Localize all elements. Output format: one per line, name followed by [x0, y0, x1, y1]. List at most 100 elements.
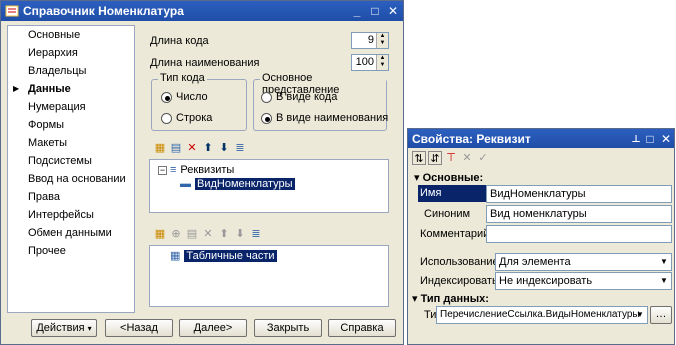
maximize-icon[interactable]: □	[367, 3, 383, 19]
back-button-label: <Назад	[120, 322, 158, 334]
radio-unselected-icon	[261, 91, 272, 103]
move-down-icon[interactable]: ⬇	[217, 141, 231, 155]
type-field[interactable]: ПеречислениеСсылка.ВидыНоменклатуры ▼	[436, 306, 648, 324]
spin-arrows-icon[interactable]: ▲ ▼	[376, 33, 388, 48]
sidebar-item[interactable]: Интерфейсы	[8, 206, 134, 224]
sidebar-item[interactable]: Подсистемы	[8, 152, 134, 170]
radio-string[interactable]: Строка	[161, 112, 212, 124]
sidebar-item[interactable]: Прочее	[8, 242, 134, 260]
window-icon	[5, 5, 19, 17]
spin-arrows-icon[interactable]: ▲ ▼	[376, 55, 388, 70]
clear-icon[interactable]: ✕	[460, 151, 474, 165]
type-field-value: ПеречислениеСсылка.ВидыНоменклатуры	[440, 309, 640, 320]
attributes-folder-icon: ≡	[170, 164, 177, 176]
main-titlebar[interactable]: Справочник Номенклатура _ □ ✕	[1, 1, 403, 21]
add-child-icon[interactable]: ⊕	[169, 227, 183, 241]
dropdown-arrow-icon[interactable]: ▼	[657, 273, 671, 289]
move-up-icon[interactable]: ⬆	[201, 141, 215, 155]
usage-label: Использование	[420, 256, 499, 268]
index-select[interactable]: Не индексировать ▼	[495, 272, 672, 290]
sort-categories-icon[interactable]: ⇅	[412, 151, 426, 165]
minimize-icon[interactable]: _	[349, 3, 365, 19]
radio-selected-icon	[161, 91, 172, 103]
collapse-icon[interactable]: −	[158, 165, 167, 175]
datatype-section[interactable]: ▾ Тип данных:	[412, 292, 489, 305]
radio-repr-code-label: В виде кода	[276, 91, 338, 103]
name-field[interactable]: ВидНоменклатуры	[486, 185, 672, 203]
radio-number[interactable]: Число	[161, 91, 208, 103]
sidebar-item[interactable]: Права	[8, 188, 134, 206]
radio-unselected-icon	[161, 112, 172, 124]
tree-child-label: ВидНоменклатуры	[195, 178, 295, 190]
next-button[interactable]: Далее>	[179, 319, 247, 337]
name-length-label: Длина наименования	[150, 57, 260, 69]
close-icon[interactable]: ✕	[658, 131, 674, 147]
properties-window-title: Свойства: Реквизит	[412, 131, 531, 146]
close-button-label: Закрыть	[266, 322, 310, 334]
sort-icon[interactable]: ≣	[233, 141, 247, 155]
check-icon[interactable]: ✓	[476, 151, 490, 165]
sort-alpha-icon[interactable]: ⇵	[428, 151, 442, 165]
synonym-field[interactable]: Вид номенклатуры	[486, 205, 672, 223]
actions-button-label: Действия	[36, 322, 85, 334]
sidebar-item[interactable]: Нумерация	[8, 98, 134, 116]
copy-icon[interactable]: ▤	[185, 227, 199, 241]
tree-child[interactable]: ▬ ВидНоменклатуры	[180, 178, 295, 190]
move-up-icon[interactable]: ⬆	[217, 227, 231, 241]
tree-root-label: Реквизиты	[180, 164, 235, 176]
main-window-title: Справочник Номенклатура	[23, 4, 184, 18]
delete-icon[interactable]: ✕	[201, 227, 215, 241]
usage-select-value: Для элемента	[499, 256, 571, 268]
sidebar-item[interactable]: Формы	[8, 116, 134, 134]
sidebar-item[interactable]: Макеты	[8, 134, 134, 152]
synonym-label: Синоним	[424, 208, 471, 220]
radio-repr-name[interactable]: В виде наименования	[261, 112, 388, 124]
code-length-input[interactable]: 9 ▲ ▼	[351, 32, 389, 49]
comment-label: Комментарий	[420, 228, 490, 240]
add-icon[interactable]: ▦	[153, 141, 167, 155]
basic-section[interactable]: ▾ Основные:	[414, 171, 483, 184]
dropdown-arrow-icon[interactable]: ▼	[657, 254, 671, 270]
actions-button[interactable]: Действия ▾	[31, 319, 97, 337]
close-button[interactable]: Закрыть	[254, 319, 322, 337]
copy-icon[interactable]: ▤	[169, 141, 183, 155]
help-button[interactable]: Справка	[328, 319, 396, 337]
usage-select[interactable]: Для элемента ▼	[495, 253, 672, 271]
radio-repr-name-label: В виде наименования	[276, 112, 389, 124]
tabular-root[interactable]: ▦ Табличные части	[170, 249, 277, 262]
attributes-tree: − ≡ Реквизиты ▬ ВидНоменклатуры	[149, 159, 389, 213]
code-length-label: Длина кода	[150, 35, 209, 47]
sidebar-item[interactable]: Данные	[8, 80, 134, 98]
basic-section-label: Основные:	[422, 172, 484, 184]
radio-repr-code[interactable]: В виде кода	[261, 91, 337, 103]
code-length-value: 9	[367, 34, 374, 46]
tabular-parts-icon: ▦	[170, 250, 181, 262]
index-label: Индексировать	[420, 275, 498, 287]
maximize-icon[interactable]: □	[642, 131, 658, 147]
move-down-icon[interactable]: ⬇	[233, 227, 247, 241]
radio-number-label: Число	[176, 91, 208, 103]
properties-toolbar: ⇅ ⇵ ⊤ ✕ ✓	[412, 151, 490, 165]
sidebar-item[interactable]: Обмен данными	[8, 224, 134, 242]
type-select-button[interactable]: …	[650, 306, 672, 324]
comment-field[interactable]	[486, 225, 672, 243]
delete-icon[interactable]: ✕	[185, 141, 199, 155]
radio-string-label: Строка	[176, 112, 213, 124]
properties-titlebar[interactable]: Свойства: Реквизит ⊥ □ ✕	[408, 129, 674, 148]
tree-root[interactable]: − ≡ Реквизиты	[158, 164, 234, 176]
dropdown-arrow-icon[interactable]: ▼	[633, 307, 647, 323]
add-icon[interactable]: ▦	[153, 227, 167, 241]
filter-icon[interactable]: ⊤	[444, 151, 458, 165]
back-button[interactable]: <Назад	[105, 319, 173, 337]
sidebar-item[interactable]: Основные	[8, 26, 134, 44]
index-select-value: Не индексировать	[499, 275, 593, 287]
next-button-label: Далее>	[193, 322, 233, 334]
sidebar-item[interactable]: Владельцы	[8, 62, 134, 80]
tabular-root-label: Табличные части	[184, 249, 277, 262]
sidebar-item[interactable]: Иерархия	[8, 44, 134, 62]
close-icon[interactable]: ✕	[385, 3, 401, 19]
datatype-section-label: Тип данных:	[420, 293, 489, 305]
sidebar-item[interactable]: Ввод на основании	[8, 170, 134, 188]
sort-icon[interactable]: ≣	[249, 227, 263, 241]
name-length-input[interactable]: 100 ▲ ▼	[351, 54, 389, 71]
